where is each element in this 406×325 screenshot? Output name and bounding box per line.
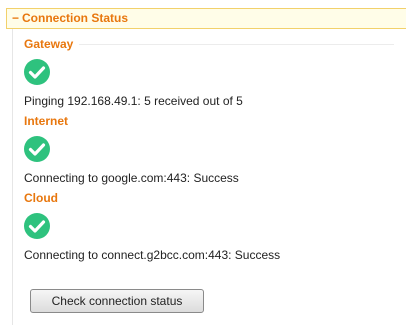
check-connection-button[interactable]: Check connection status [30,289,204,313]
section-title: Gateway [24,37,80,51]
section-divider [24,44,394,45]
panel-title: Connection Status [22,11,129,25]
status-message: Connecting to google.com:443: Success [24,171,239,185]
check-circle-icon [24,59,50,85]
section-title: Internet [24,114,75,128]
section-gateway: Gateway Pinging 192.168.49.1: 5 received… [24,37,394,111]
check-circle-icon [24,213,50,239]
check-circle-icon [24,136,50,162]
panel-header[interactable]: − Connection Status [6,8,406,29]
collapse-toggle[interactable]: − [12,9,19,28]
connection-status-panel: − Connection Status Gateway Pinging 192.1… [0,0,406,325]
section-internet: Internet Connecting to google.com:443: S… [24,114,394,188]
status-message: Pinging 192.168.49.1: 5 received out of … [24,94,243,108]
status-message: Connecting to connect.g2bcc.com:443: Suc… [24,248,281,262]
section-cloud: Cloud Connecting to connect.g2bcc.com:44… [24,191,394,265]
section-title: Cloud [24,191,64,205]
